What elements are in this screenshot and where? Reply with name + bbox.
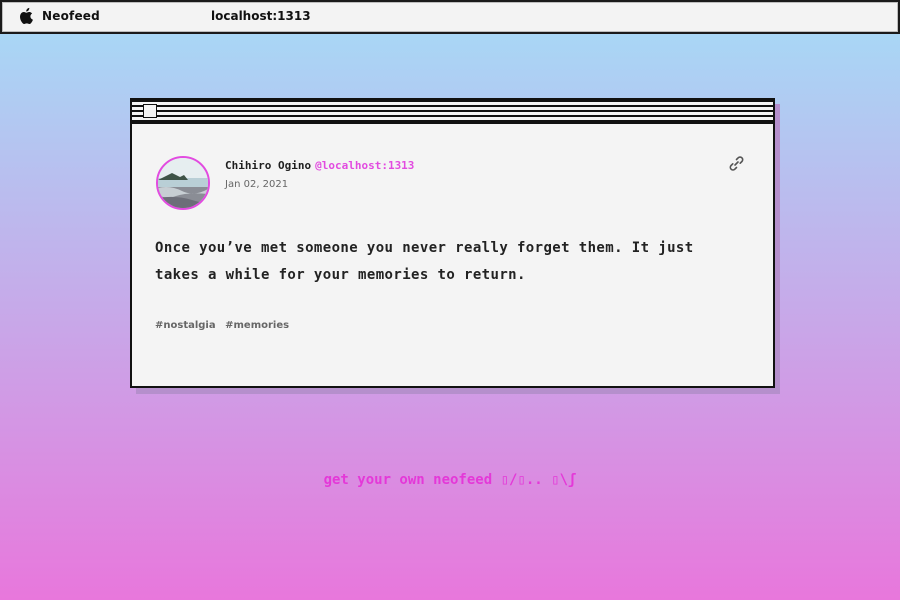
post-window: Chihiro Ogino @localhost:1313 Jan 02, 202… (130, 98, 775, 388)
author-line: Chihiro Ogino @localhost:1313 (225, 159, 414, 172)
author-name[interactable]: Chihiro Ogino (225, 159, 311, 172)
tag-nostalgia[interactable]: #nostalgia (155, 320, 216, 331)
tag-memories[interactable]: #memories (225, 320, 289, 331)
author-handle[interactable]: @localhost:1313 (315, 159, 414, 172)
tag-list: #nostalgia #memories (155, 320, 295, 331)
apple-icon[interactable] (19, 7, 35, 25)
app-name[interactable]: Neofeed (42, 9, 100, 23)
get-neofeed-link[interactable]: get your own neofeed ▯/▯.. ▯\ʃ (0, 472, 900, 488)
link-icon[interactable] (728, 155, 745, 172)
beach-landscape-photo (158, 158, 208, 208)
url-label[interactable]: localhost:1313 (211, 9, 311, 23)
window-titlebar[interactable] (132, 100, 773, 124)
post-date: Jan 02, 2021 (225, 179, 289, 190)
post-body: Once you’ve met someone you never really… (155, 240, 694, 283)
avatar[interactable] (156, 156, 210, 210)
close-box-icon[interactable] (143, 104, 157, 118)
menu-bar: Neofeed localhost:1313 (0, 0, 900, 34)
